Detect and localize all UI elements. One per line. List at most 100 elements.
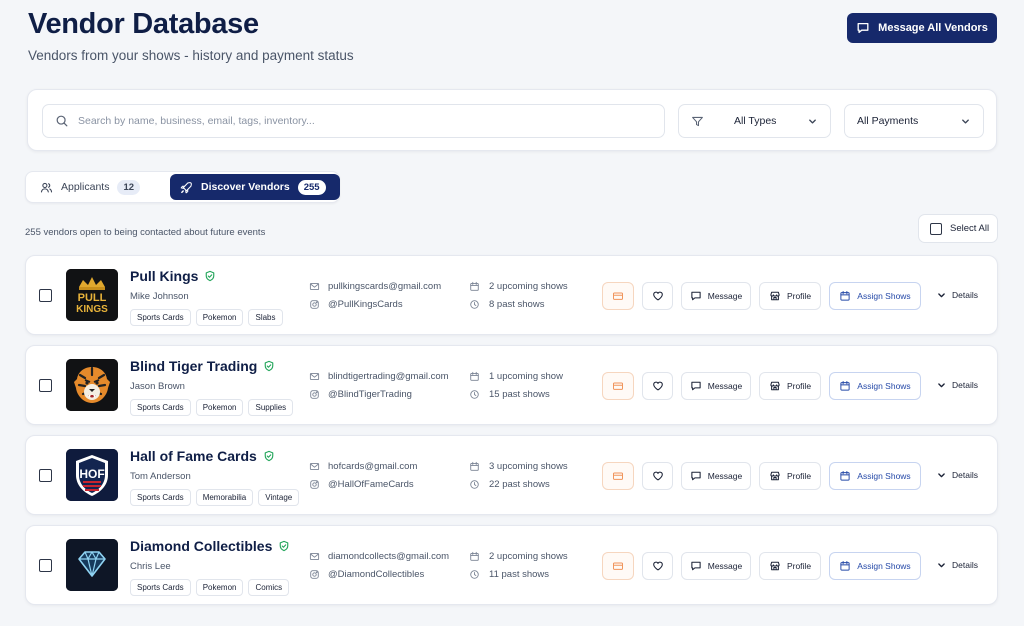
past-shows: 15 past shows — [469, 389, 550, 400]
message-button[interactable]: Message — [681, 372, 751, 400]
store-icon — [770, 291, 780, 301]
vendor-owner: Chris Lee — [130, 561, 171, 572]
mail-icon — [309, 282, 320, 291]
tab-applicants[interactable]: Applicants 12 — [30, 174, 150, 200]
favorite-button[interactable] — [642, 282, 673, 310]
vendor-instagram[interactable]: @BlindTigerTrading — [309, 389, 412, 400]
calendar-icon — [840, 291, 850, 301]
vendor-owner: Jason Brown — [130, 381, 185, 392]
row-checkbox[interactable] — [39, 289, 52, 302]
assign-shows-button[interactable]: Assign Shows — [829, 552, 921, 580]
heart-icon — [652, 381, 663, 391]
payment-filter-select[interactable]: All Payments — [844, 104, 984, 138]
vendor-row: HOF Hall of Fame Cards Tom Anderson Spor… — [25, 435, 998, 515]
vendor-email[interactable]: blindtigertrading@gmail.com — [309, 371, 449, 382]
select-all-checkbox[interactable] — [930, 222, 942, 235]
payment-status-button[interactable] — [602, 282, 634, 310]
row-checkbox[interactable] — [39, 559, 52, 572]
past-shows: 11 past shows — [469, 569, 549, 580]
rocket-icon — [180, 181, 192, 193]
vendor-email[interactable]: pullkingscards@gmail.com — [309, 281, 441, 292]
upcoming-shows: 1 upcoming show — [469, 371, 563, 382]
type-filter-select[interactable]: All Types — [678, 104, 831, 138]
instagram-icon — [310, 480, 319, 489]
message-button[interactable]: Message — [681, 282, 751, 310]
vendor-instagram[interactable]: @PullKingsCards — [309, 299, 403, 310]
payment-filter-value: All Payments — [857, 115, 919, 127]
chevron-down-icon — [938, 472, 945, 477]
vendor-row: Blind Tiger Trading Jason Brown Sports C… — [25, 345, 998, 425]
profile-button[interactable]: Profile — [759, 372, 821, 400]
vendor-name[interactable]: Hall of Fame Cards — [130, 448, 275, 464]
discover-count-badge: 255 — [297, 179, 326, 195]
view-tabs: Applicants 12 Discover Vendors 255 — [25, 171, 340, 203]
chat-icon — [691, 561, 701, 571]
heart-icon — [652, 561, 663, 571]
details-toggle[interactable]: Details — [937, 380, 978, 390]
vendor-logo — [66, 359, 118, 411]
favorite-button[interactable] — [642, 372, 673, 400]
filter-icon — [692, 116, 703, 126]
assign-shows-button[interactable]: Assign Shows — [829, 462, 921, 490]
payment-status-button[interactable] — [602, 552, 634, 580]
message-button[interactable]: Message — [681, 462, 751, 490]
vendor-row: Diamond Collectibles Chris Lee Sports Ca… — [25, 525, 998, 605]
favorite-button[interactable] — [642, 462, 673, 490]
payment-status-button[interactable] — [602, 462, 634, 490]
vendor-tags: Sports Cards Pokemon Slabs — [130, 309, 283, 326]
page-subtitle: Vendors from your shows - history and pa… — [28, 48, 354, 63]
row-checkbox[interactable] — [39, 469, 52, 482]
instagram-icon — [310, 390, 319, 399]
calendar-icon — [470, 551, 479, 561]
chat-icon — [691, 381, 701, 391]
search-box — [42, 104, 665, 138]
verified-shield-icon — [206, 270, 215, 282]
assign-shows-button[interactable]: Assign Shows — [829, 372, 921, 400]
message-button[interactable]: Message — [681, 552, 751, 580]
details-toggle[interactable]: Details — [937, 470, 978, 480]
past-shows: 22 past shows — [469, 479, 550, 490]
vendor-email[interactable]: hofcards@gmail.com — [309, 461, 417, 472]
clock-icon — [470, 300, 479, 309]
tag: Memorabilia — [195, 489, 254, 506]
search-icon — [56, 115, 68, 127]
upcoming-shows: 2 upcoming shows — [469, 281, 568, 292]
store-icon — [770, 381, 780, 391]
vendor-name[interactable]: Diamond Collectibles — [130, 538, 290, 554]
chat-icon — [691, 291, 701, 301]
payment-status-button[interactable] — [602, 372, 634, 400]
tag: Pokemon — [195, 309, 244, 326]
mail-icon — [309, 462, 320, 471]
assign-shows-button[interactable]: Assign Shows — [829, 282, 921, 310]
tag: Supplies — [248, 399, 294, 416]
search-input[interactable] — [78, 115, 638, 127]
upcoming-shows: 2 upcoming shows — [469, 551, 568, 562]
tag: Pokemon — [195, 399, 244, 416]
vendor-instagram[interactable]: @DiamondCollectibles — [309, 569, 424, 580]
applicants-count-badge: 12 — [117, 179, 141, 195]
row-checkbox[interactable] — [39, 379, 52, 392]
tag: Sports Cards — [130, 579, 191, 596]
vendor-name[interactable]: Blind Tiger Trading — [130, 358, 275, 374]
vendor-name[interactable]: Pull Kings — [130, 268, 216, 284]
credit-card-icon — [613, 562, 623, 570]
profile-button[interactable]: Profile — [759, 552, 821, 580]
tag: Vintage — [258, 489, 300, 506]
vendor-email[interactable]: diamondcollects@gmail.com — [309, 551, 449, 562]
tab-discover-label: Discover Vendors — [201, 181, 290, 193]
profile-button[interactable]: Profile — [759, 282, 821, 310]
tag: Sports Cards — [130, 489, 191, 506]
details-toggle[interactable]: Details — [937, 560, 978, 570]
profile-button[interactable]: Profile — [759, 462, 821, 490]
vendor-instagram[interactable]: @HallOfFameCards — [309, 479, 414, 490]
tab-discover-vendors[interactable]: Discover Vendors 255 — [170, 174, 340, 200]
credit-card-icon — [613, 292, 623, 300]
heart-icon — [652, 291, 663, 301]
chevron-down-icon — [938, 562, 945, 567]
details-toggle[interactable]: Details — [937, 290, 978, 300]
message-all-vendors-button[interactable]: Message All Vendors — [847, 13, 997, 43]
select-all-button[interactable]: Select All — [918, 214, 998, 243]
type-filter-value: All Types — [734, 115, 777, 127]
mail-icon — [309, 372, 320, 381]
favorite-button[interactable] — [642, 552, 673, 580]
